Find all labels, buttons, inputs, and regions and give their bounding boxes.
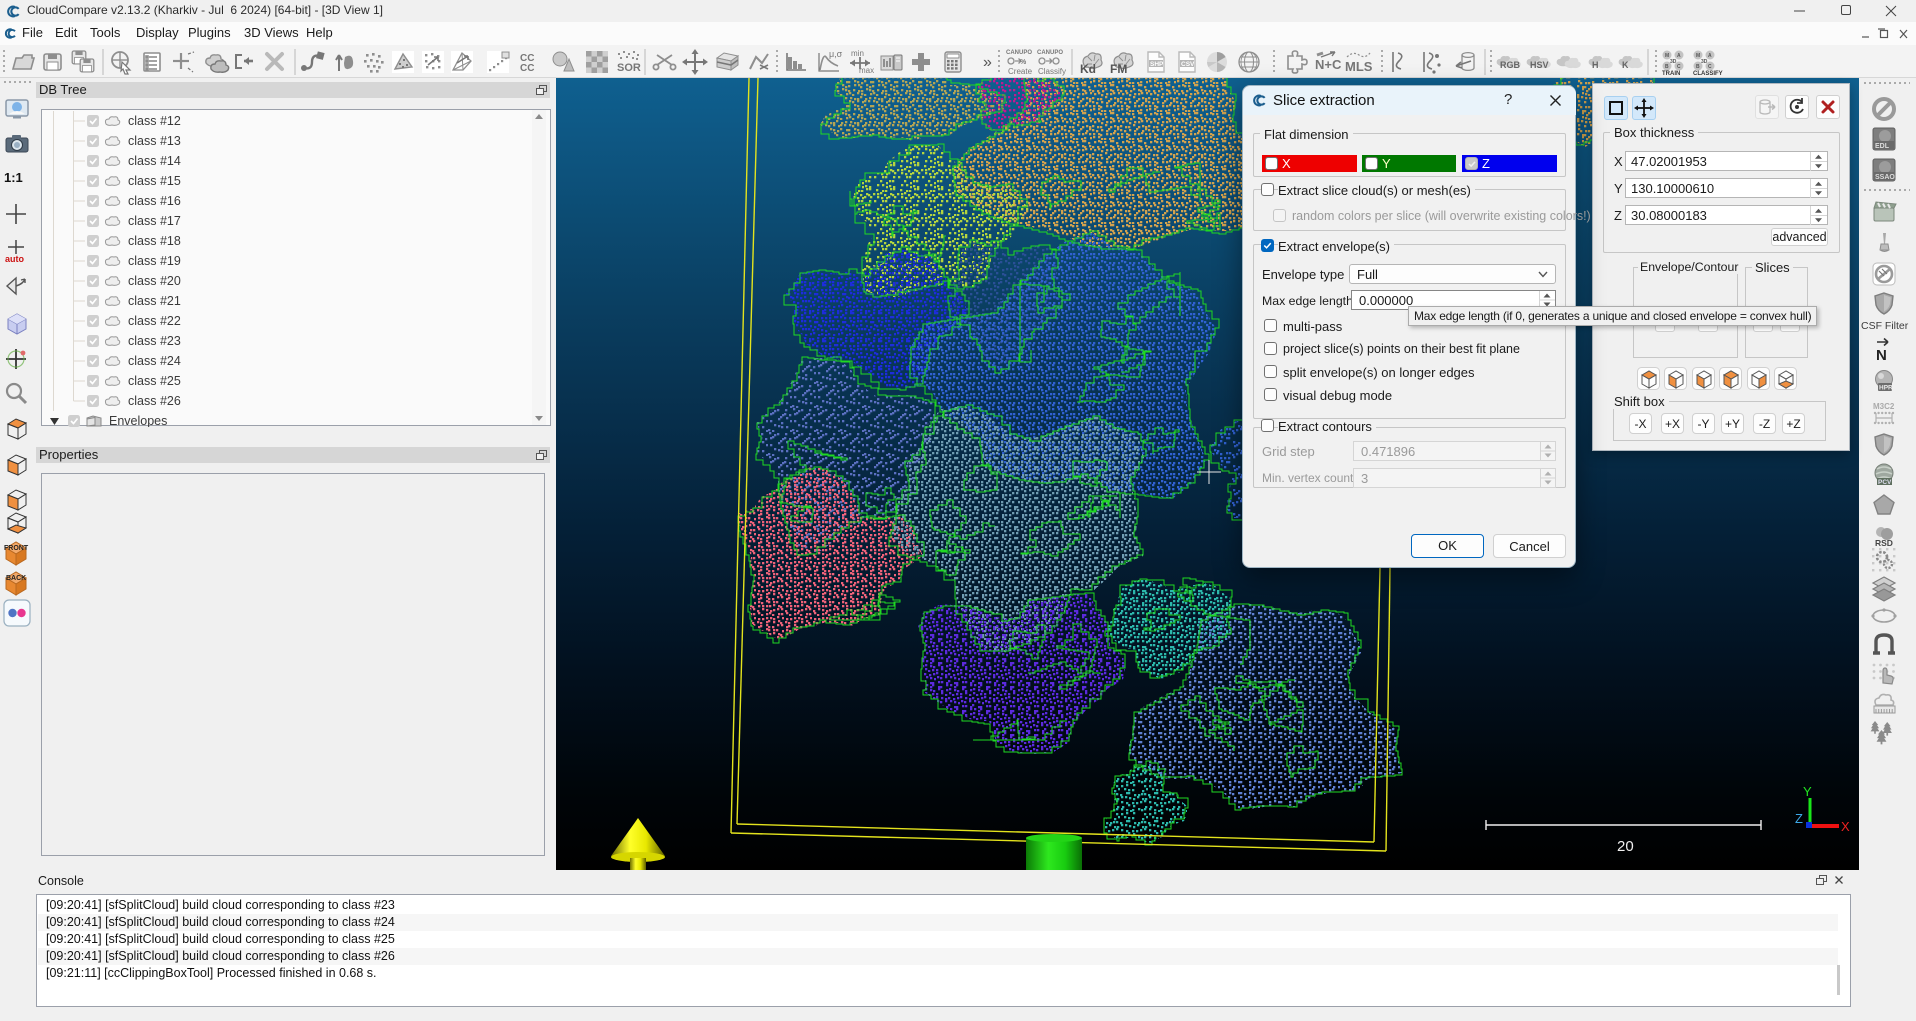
svg-text:RGB: RGB [1500, 60, 1521, 70]
svg-text:3D: 3D [1670, 59, 1677, 65]
svg-text:EDL: EDL [1875, 143, 1890, 150]
svg-text:CSV: CSV [1181, 61, 1195, 68]
svg-text:3D: 3D [1701, 59, 1708, 65]
svg-text:min: min [851, 49, 864, 58]
svg-text:Z: Z [1795, 811, 1803, 826]
svg-text:HSV: HSV [1530, 60, 1549, 70]
svg-text:SHP: SHP [1150, 61, 1164, 68]
svg-text:MLS: MLS [1345, 59, 1373, 74]
svg-text:Y: Y [1803, 784, 1812, 799]
svg-text:SOR: SOR [617, 62, 641, 74]
svg-text:C: C [1677, 64, 1681, 70]
svg-text:μ,σ: μ,σ [829, 49, 843, 59]
svg-text:N: N [1876, 347, 1887, 364]
svg-text:A: A [1677, 53, 1681, 59]
svg-text:M: M [1696, 53, 1700, 59]
svg-text:PCV: PCV [1878, 479, 1892, 486]
svg-text:»: » [983, 54, 992, 71]
svg-text:M3C2: M3C2 [1873, 402, 1895, 411]
svg-text:B: B [1696, 64, 1700, 70]
svg-text:M: M [1665, 53, 1669, 59]
svg-text:C: C [1708, 64, 1712, 70]
svg-text:SSAO: SSAO [1875, 174, 1895, 181]
svg-text:CC: CC [520, 63, 534, 74]
svg-text:X: X [1841, 819, 1850, 834]
svg-text:N+C: N+C [1315, 57, 1342, 72]
svg-text:FM: FM [1110, 62, 1127, 76]
svg-text:HPR: HPR [1879, 385, 1893, 392]
svg-text:RSD: RSD [1875, 538, 1893, 548]
svg-text:FRONT: FRONT [4, 545, 29, 552]
svg-text:1:1: 1:1 [4, 170, 23, 185]
svg-text:max: max [859, 66, 874, 75]
svg-text:auto: auto [5, 254, 25, 264]
svg-text:CSF Filter: CSF Filter [1861, 320, 1909, 332]
svg-text:Kd: Kd [1080, 62, 1096, 76]
svg-text:H: H [1592, 60, 1599, 70]
svg-text:Classify: Classify [1038, 67, 1066, 76]
svg-text:CLASSIFY: CLASSIFY [1693, 71, 1723, 77]
svg-text:CANUPO: CANUPO [1006, 50, 1032, 56]
svg-text:B: B [1665, 64, 1669, 70]
svg-text:A: A [1708, 53, 1712, 59]
svg-text:%: % [1020, 59, 1027, 66]
svg-text:K: K [1622, 60, 1629, 70]
svg-text:20: 20 [1617, 838, 1634, 855]
svg-text:Create: Create [1008, 67, 1033, 76]
svg-text:CANUPO: CANUPO [1037, 50, 1063, 56]
svg-text:TRAIN: TRAIN [1662, 71, 1680, 77]
svg-text:BACK: BACK [6, 575, 26, 582]
